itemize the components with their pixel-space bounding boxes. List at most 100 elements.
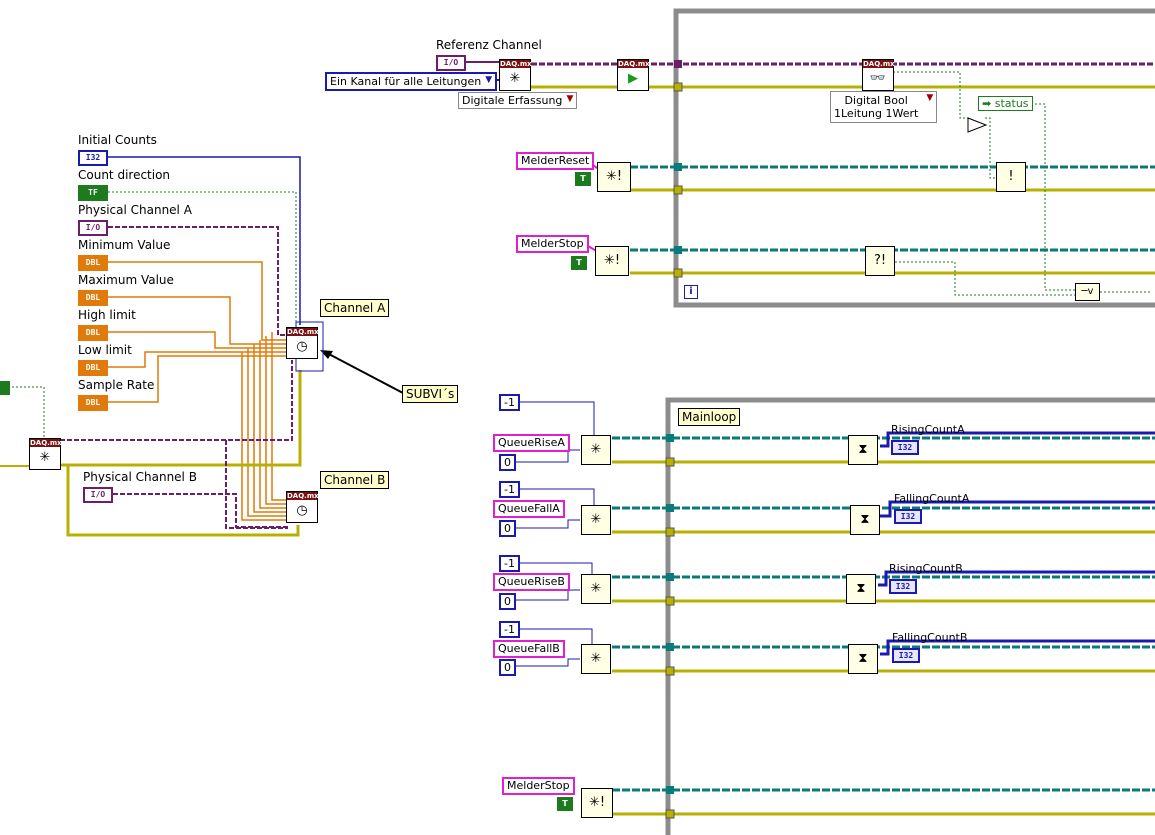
dbl-terminal[interactable]: DBL <box>78 290 108 306</box>
obtain-queue-node[interactable]: ✳ <box>581 505 611 535</box>
i32-indicator: I32 <box>889 579 917 594</box>
glasses-icon: 👓 <box>869 71 887 86</box>
dropdown-arrow-icon: ▼ <box>926 93 934 103</box>
input-label: Physical Channel B <box>83 470 197 484</box>
obtain-notifier-node[interactable]: ✳! <box>581 788 613 818</box>
size-constant[interactable]: 0 <box>499 659 516 676</box>
measurement-type-ring[interactable]: Digitale Erfassung ▼ <box>458 92 578 109</box>
dequeue-node[interactable]: ⧗ <box>848 435 878 465</box>
timeout-constant[interactable]: -1 <box>499 481 520 498</box>
size-constant[interactable]: 0 <box>499 520 516 537</box>
melder-reset-bool[interactable]: T <box>575 172 591 186</box>
queue-name-control[interactable]: QueueRiseB <box>493 573 570 591</box>
channel-a-subvi[interactable]: DAQ.mx ◷ <box>286 327 319 359</box>
obtain-queue-node[interactable]: ✳ <box>581 574 611 604</box>
ring-value: Ein Kanal für alle Leitungen <box>330 75 482 88</box>
obtain-queue-node[interactable]: ✳ <box>581 644 611 674</box>
input-label: Physical Channel A <box>78 203 192 217</box>
daqmx-header: DAQ.mx <box>618 60 650 68</box>
dropdown-arrow-icon: ▼ <box>566 94 574 104</box>
input-label: Low limit <box>78 343 132 357</box>
bool-constant[interactable] <box>0 381 10 395</box>
melder-stop-bool[interactable]: T <box>571 256 587 270</box>
melder-reset-control[interactable]: MelderReset <box>516 152 595 170</box>
i32-indicator: I32 <box>892 648 920 663</box>
daqmx-header: DAQ.mx <box>500 60 532 68</box>
input-label: Maximum Value <box>78 273 174 287</box>
size-constant[interactable]: 0 <box>499 454 516 471</box>
wire-layer <box>0 8 1155 835</box>
daqmx-create-task-node[interactable]: DAQ.mx ✳ <box>29 438 62 470</box>
dbl-terminal[interactable]: DBL <box>78 360 108 376</box>
queue-name-control[interactable]: QueueFallB <box>493 640 565 658</box>
obtain-notifier-node[interactable]: ✳! <box>597 162 631 192</box>
daqmx-create-channel-node[interactable]: DAQ.mx ✳ <box>499 59 532 91</box>
queue-name-control[interactable]: QueueFallA <box>493 500 565 518</box>
i32-indicator: I32 <box>891 440 919 455</box>
output-label: RisingCountB <box>889 562 963 575</box>
daqmx-read-node[interactable]: DAQ.mx 👓 <box>862 59 895 91</box>
input-label: Initial Counts <box>78 133 157 147</box>
dequeue-node[interactable]: ⧗ <box>846 574 876 604</box>
status-unbundle[interactable]: ➡ status <box>978 96 1033 111</box>
input-label: Minimum Value <box>78 238 171 252</box>
obtain-notifier-node[interactable]: ✳! <box>595 246 629 276</box>
top-while-loop-frame <box>673 8 1155 308</box>
dbl-terminal[interactable]: DBL <box>78 255 108 271</box>
queue-name-control[interactable]: QueueRiseA <box>493 434 570 452</box>
daqmx-start-task-node[interactable]: DAQ.mx ▶ <box>617 59 650 91</box>
bool-terminal[interactable]: TF <box>78 185 108 201</box>
timeout-constant[interactable]: -1 <box>499 621 520 638</box>
subvis-comment: SUBVI´s <box>402 385 459 403</box>
output-label: RisingCountA <box>891 423 965 436</box>
channel-b-subvi[interactable]: DAQ.mx ◷ <box>286 491 319 523</box>
mainloop-frame <box>665 397 1155 835</box>
input-label: High limit <box>78 308 136 322</box>
referenz-channel-label: Referenz Channel <box>436 38 542 52</box>
channel-icon: ✳ <box>509 71 521 86</box>
read-mode-ring[interactable]: Digital Bool 1Leitung 1Wert ▼ <box>830 91 938 123</box>
mainloop-label: Mainloop <box>678 408 741 426</box>
daqmx-header: DAQ.mx <box>287 328 319 336</box>
obtain-queue-node[interactable]: ✳ <box>581 435 611 465</box>
i32-terminal[interactable]: I32 <box>78 150 108 166</box>
dbl-terminal[interactable]: DBL <box>78 395 108 411</box>
ring-value-line2: 1Leitung 1Wert <box>834 107 919 120</box>
channel-a-label: Channel A <box>320 299 390 317</box>
io-terminal[interactable]: I/O <box>78 220 108 236</box>
wait-notification-node[interactable]: ?! <box>865 246 895 276</box>
input-label: Sample Rate <box>78 378 155 392</box>
dropdown-arrow-icon: ▼ <box>485 75 493 85</box>
sparkle-icon: ✳ <box>39 450 51 465</box>
clock-icon: ◷ <box>296 503 308 518</box>
timeout-constant[interactable]: -1 <box>499 394 520 411</box>
clock-icon: ◷ <box>296 339 308 354</box>
loop-iteration-terminal: i <box>684 285 698 299</box>
ring-value: Digitale Erfassung <box>462 94 563 107</box>
or-function-node[interactable]: ─v <box>1075 283 1100 301</box>
input-label: Count direction <box>78 168 171 182</box>
daqmx-header: DAQ.mx <box>863 60 895 68</box>
status-label: status <box>994 97 1029 110</box>
greater-than-icon <box>967 117 988 133</box>
channel-b-label: Channel B <box>320 471 390 489</box>
dequeue-node[interactable]: ⧗ <box>850 505 880 535</box>
io-terminal[interactable]: I/O <box>83 487 113 503</box>
line-grouping-ring[interactable]: Ein Kanal für alle Leitungen ▼ <box>325 72 498 91</box>
output-label: FallingCountA <box>894 492 970 505</box>
dbl-terminal[interactable]: DBL <box>78 325 108 341</box>
play-icon: ▶ <box>628 71 638 86</box>
ring-value-line1: Digital Bool <box>844 94 908 107</box>
output-label: FallingCountB <box>892 631 968 644</box>
daqmx-header: DAQ.mx <box>30 439 62 447</box>
dequeue-node[interactable]: ⧗ <box>848 644 878 674</box>
daqmx-header: DAQ.mx <box>287 492 319 500</box>
send-notification-node[interactable]: ! <box>996 162 1026 192</box>
melder-stop-control[interactable]: MelderStop <box>502 777 575 795</box>
melder-stop-bool[interactable]: T <box>557 797 573 811</box>
i32-indicator: I32 <box>894 509 922 524</box>
referenz-channel-terminal[interactable]: I/O <box>436 55 466 71</box>
size-constant[interactable]: 0 <box>499 593 516 610</box>
melder-stop-control[interactable]: MelderStop <box>516 235 589 253</box>
timeout-constant[interactable]: -1 <box>499 555 520 572</box>
